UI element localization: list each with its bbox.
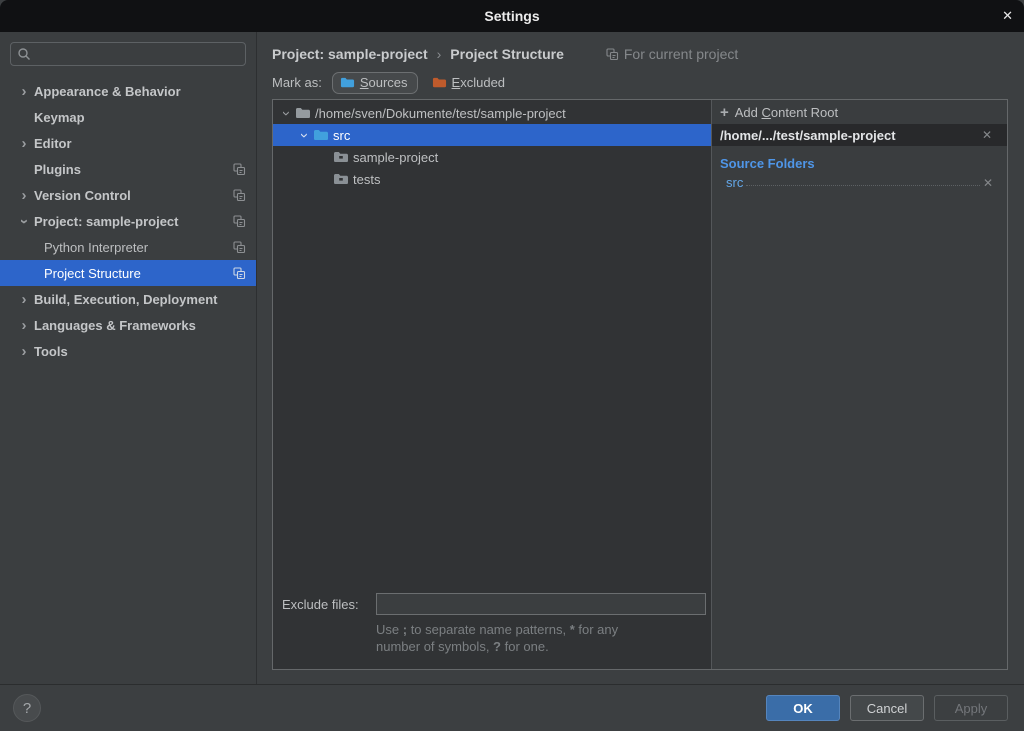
mark-as-label: Mark as: <box>272 75 322 90</box>
project-settings-badge-icon <box>233 267 246 280</box>
breadcrumb-project[interactable]: Project: sample-project <box>272 46 428 62</box>
chevron-right-icon: › <box>14 318 34 333</box>
search-box[interactable] <box>10 42 246 66</box>
tree-row-content-root[interactable]: › /home/sven/Dokumente/test/sample-proje… <box>273 102 711 124</box>
sidebar-item-version-control[interactable]: › Version Control <box>0 182 256 208</box>
plus-icon: + <box>720 105 729 120</box>
chevron-right-icon: › <box>14 292 34 307</box>
folder-icon <box>333 171 349 187</box>
sidebar-item-keymap[interactable]: Keymap <box>0 104 256 130</box>
chevron-down-icon: › <box>14 214 34 229</box>
mark-as-toolbar: Mark as: Sources Excluded <box>257 66 1024 99</box>
project-settings-badge-icon <box>233 241 246 254</box>
sidebar-item-appearance-behavior[interactable]: › Appearance & Behavior <box>0 78 256 104</box>
sidebar-item-plugins[interactable]: Plugins <box>0 156 256 182</box>
sidebar-item-label: Appearance & Behavior <box>34 84 181 99</box>
tree-row-tests[interactable]: tests <box>273 168 711 190</box>
cancel-button[interactable]: Cancel <box>850 695 924 721</box>
breadcrumb-separator-icon: › <box>437 46 442 62</box>
exclude-files-section: Exclude files: Use ; to separate name pa… <box>273 593 711 669</box>
folder-icon <box>295 105 311 121</box>
chevron-right-icon: › <box>14 344 34 359</box>
source-folder-name: src <box>726 175 743 190</box>
scope-note-label: For current project <box>624 46 738 62</box>
breadcrumb: Project: sample-project › Project Struct… <box>257 32 1024 66</box>
sidebar-item-label: Build, Execution, Deployment <box>34 292 217 307</box>
sidebar-item-label: Python Interpreter <box>44 240 148 255</box>
sidebar-item-project-sample-project[interactable]: › Project: sample-project <box>0 208 256 234</box>
excluded-folder-icon <box>432 75 447 90</box>
ok-button[interactable]: OK <box>766 695 840 721</box>
sidebar-item-label: Languages & Frameworks <box>34 318 196 333</box>
mark-sources-button[interactable]: Sources <box>332 72 418 94</box>
window-title: Settings <box>484 8 539 24</box>
mark-excluded-label: Excluded <box>452 75 505 90</box>
source-folder-row[interactable]: src ✕ <box>712 173 1007 192</box>
folder-icon <box>333 149 349 165</box>
chevron-down-icon: › <box>279 106 293 121</box>
project-settings-badge-icon <box>233 189 246 202</box>
sidebar-item-label: Project Structure <box>44 266 141 281</box>
search-icon <box>17 47 31 61</box>
sidebar-item-label: Plugins <box>34 162 81 177</box>
sidebar-item-label: Project: sample-project <box>34 214 179 229</box>
sidebar-item-build-execution-deployment[interactable]: › Build, Execution, Deployment <box>0 286 256 312</box>
content-roots-tree-pane: › /home/sven/Dokumente/test/sample-proje… <box>273 100 711 669</box>
sidebar-item-label: Editor <box>34 136 72 151</box>
source-folder-icon <box>313 127 329 143</box>
content-root-path: /home/.../test/sample-project <box>720 128 982 143</box>
add-content-root-label: Add Content Root <box>735 105 838 120</box>
source-folders-title: Source Folders <box>712 146 1007 173</box>
search-input[interactable] <box>36 47 239 62</box>
sidebar-item-label: Version Control <box>34 188 131 203</box>
project-settings-badge-icon <box>233 163 246 176</box>
settings-window: Settings ✕ › Appearance & Behavior Keym <box>0 0 1024 731</box>
tree-row-label: tests <box>353 172 380 187</box>
question-mark-icon: ? <box>23 700 31 717</box>
add-content-root-button[interactable]: + Add Content Root <box>712 100 1007 124</box>
content-root-path-row[interactable]: /home/.../test/sample-project ✕ <box>712 124 1007 146</box>
scope-note: For current project <box>606 46 738 62</box>
exclude-files-label: Exclude files: <box>282 597 376 612</box>
exclude-files-input[interactable] <box>376 593 706 615</box>
chevron-right-icon: › <box>14 136 34 151</box>
close-icon[interactable]: ✕ <box>1002 8 1013 24</box>
dialog-footer: ? OK Cancel Apply <box>0 684 1024 731</box>
tree-row-src[interactable]: › src <box>273 124 711 146</box>
settings-content: Project: sample-project › Project Struct… <box>257 32 1024 684</box>
sidebar-item-label: Keymap <box>34 110 85 125</box>
sidebar-item-languages-frameworks[interactable]: › Languages & Frameworks <box>0 312 256 338</box>
scope-badge-icon <box>606 48 619 61</box>
sidebar-item-project-structure[interactable]: Project Structure <box>0 260 256 286</box>
titlebar[interactable]: Settings ✕ <box>0 0 1024 32</box>
tree-row-sample-project[interactable]: sample-project <box>273 146 711 168</box>
exclude-files-hint: Use ; to separate name patterns, * for a… <box>273 615 711 657</box>
remove-source-folder-icon[interactable]: ✕ <box>983 176 993 190</box>
sidebar-item-editor[interactable]: › Editor <box>0 130 256 156</box>
tree-row-label: /home/sven/Dokumente/test/sample-project <box>315 106 566 121</box>
settings-sidebar: › Appearance & Behavior Keymap › Editor … <box>0 32 257 684</box>
chevron-down-icon: › <box>297 128 311 143</box>
tree-row-label: sample-project <box>353 150 438 165</box>
folder-tree: › /home/sven/Dokumente/test/sample-proje… <box>273 100 711 593</box>
project-settings-badge-icon <box>233 215 246 228</box>
help-button[interactable]: ? <box>13 694 41 722</box>
mark-excluded-button[interactable]: Excluded <box>428 72 509 93</box>
settings-nav: › Appearance & Behavior Keymap › Editor … <box>0 78 256 684</box>
sidebar-item-python-interpreter[interactable]: Python Interpreter <box>0 234 256 260</box>
content-root-details-pane: + Add Content Root /home/.../test/sample… <box>712 100 1007 669</box>
tree-row-label: src <box>333 128 350 143</box>
project-structure-panel: › /home/sven/Dokumente/test/sample-proje… <box>272 99 1008 670</box>
chevron-right-icon: › <box>14 84 34 99</box>
sidebar-item-label: Tools <box>34 344 68 359</box>
chevron-right-icon: › <box>14 188 34 203</box>
source-folder-icon <box>340 75 355 90</box>
remove-content-root-icon[interactable]: ✕ <box>982 128 992 142</box>
sidebar-item-tools[interactable]: › Tools <box>0 338 256 364</box>
apply-button[interactable]: Apply <box>934 695 1008 721</box>
dotted-leader <box>746 185 980 186</box>
mark-sources-label: Sources <box>360 75 408 90</box>
breadcrumb-page: Project Structure <box>450 46 564 62</box>
